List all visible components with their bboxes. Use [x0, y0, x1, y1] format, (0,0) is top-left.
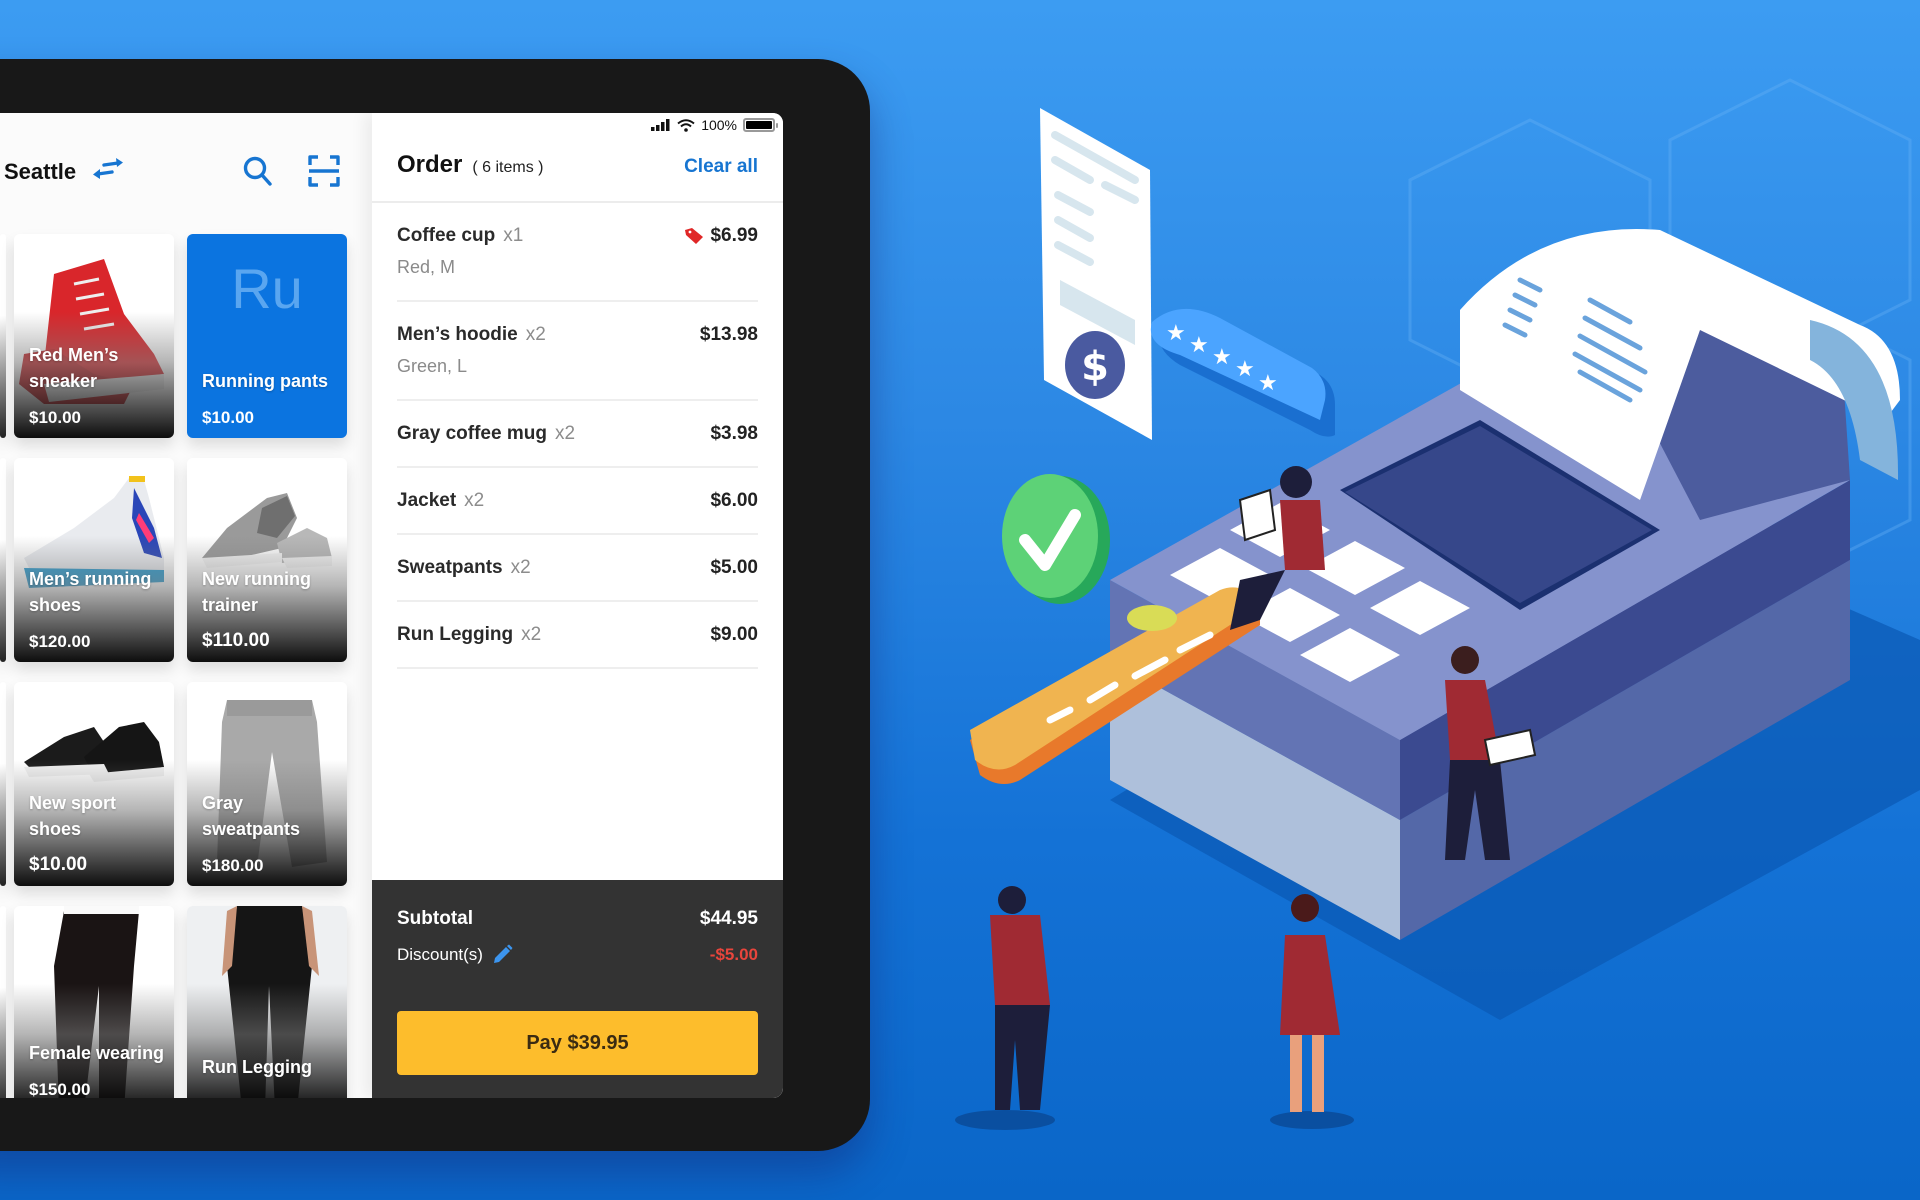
item-name: Coffee cup — [397, 225, 496, 246]
item-variant: Green, L — [397, 356, 468, 376]
item-amount: $6.00 — [710, 490, 758, 511]
product-card-partial[interactable] — [0, 682, 6, 886]
item-amount: $5.00 — [710, 557, 758, 578]
item-amount: $13.98 — [699, 324, 758, 345]
product-card-partial[interactable] — [0, 906, 6, 1098]
scan-button[interactable] — [306, 153, 342, 189]
product-catalog-pane: Seattle Red Men’s sneaker $10.00 Ru Runn… — [0, 113, 372, 1098]
search-button[interactable] — [240, 153, 276, 189]
product-initials: Ru — [231, 257, 303, 320]
product-price: $10.00 — [29, 854, 88, 875]
item-name: Gray coffee mug — [397, 423, 547, 444]
svg-text:★: ★ — [1189, 333, 1209, 358]
product-price: $10.00 — [29, 408, 81, 427]
product-name: Gray sweatpants — [202, 793, 301, 839]
item-qty: x2 — [521, 624, 542, 645]
discount-value: -$5.00 — [709, 945, 758, 964]
item-qty: x1 — [503, 225, 524, 246]
product-card-partial[interactable] — [0, 458, 6, 662]
product-name: Run Legging — [202, 1057, 312, 1077]
order-item-count: ( 6 items ) — [472, 159, 544, 176]
swap-arrows-icon[interactable] — [92, 157, 124, 186]
product-name: New running trainer — [202, 569, 311, 615]
receipt-illustration: $ — [1040, 108, 1152, 440]
item-variant: Red, M — [397, 257, 456, 277]
product-card[interactable]: Men’s running shoes $120.00 — [14, 458, 174, 662]
order-item[interactable]: Run Legging x2 $9.00 — [397, 602, 758, 669]
subtotal-label: Subtotal — [397, 908, 473, 929]
item-qty: x2 — [554, 423, 576, 444]
pencil-icon — [493, 944, 513, 963]
pos-illustration: $ ★ ★ ★ ★★ — [955, 108, 1920, 1130]
product-card[interactable]: Run Legging — [187, 906, 347, 1098]
product-name: Men’s running shoes — [29, 569, 152, 615]
clear-all-button[interactable]: Clear all — [684, 156, 758, 178]
wifi-icon — [677, 118, 695, 132]
product-card[interactable]: Gray sweatpants $180.00 — [187, 682, 347, 886]
item-name: Sweatpants — [397, 557, 503, 578]
item-amount: $3.98 — [710, 423, 758, 444]
order-header: Order ( 6 items ) Clear all — [397, 151, 758, 201]
subtotal-row: Subtotal $44.95 — [397, 908, 758, 930]
item-qty: x2 — [464, 490, 485, 511]
product-name: Female wearing — [29, 1043, 165, 1063]
svg-text:★: ★ — [1166, 321, 1186, 346]
location-name: Seattle — [4, 158, 77, 184]
item-qty: x2 — [510, 557, 531, 578]
product-price: $120.00 — [29, 632, 91, 651]
discount-label: Discount(s) — [397, 945, 483, 964]
status-bar: 100% — [651, 117, 778, 133]
item-amount: $9.00 — [710, 624, 758, 645]
product-name: New sport shoes — [29, 793, 117, 839]
order-pane: 100% Order ( 6 items ) Clear all Coffee … — [372, 113, 783, 1098]
product-card-partial[interactable] — [0, 234, 6, 438]
item-name: Jacket — [397, 490, 457, 511]
discount-tag-icon — [685, 228, 704, 244]
product-name: Running pants — [202, 371, 328, 391]
product-price: $150.00 — [29, 1080, 91, 1098]
product-card[interactable]: Red Men’s sneaker $10.00 — [14, 234, 174, 438]
discount-row: Discount(s) -$5.00 — [397, 944, 758, 966]
order-title: Order — [397, 151, 463, 178]
barcode-scan-icon — [308, 155, 340, 187]
person-holding-card — [955, 886, 1055, 1130]
product-card[interactable]: Ru Running pants $10.00 — [187, 234, 347, 438]
battery-percent: 100% — [701, 117, 737, 133]
order-item[interactable]: Men’s hoodie x2 Green, L $13.98 — [397, 302, 758, 401]
search-icon — [243, 156, 272, 186]
svg-text:★: ★ — [1258, 371, 1278, 396]
product-price: $110.00 — [202, 630, 270, 651]
order-item[interactable]: Jacket x2 $6.00 — [397, 468, 758, 535]
item-qty: x2 — [525, 324, 546, 345]
order-item[interactable]: Sweatpants x2 $5.00 — [397, 535, 758, 602]
green-checkmark-badge — [1002, 474, 1110, 604]
svg-text:$: $ — [1081, 344, 1109, 390]
pos-app-screen: Seattle Red Men’s sneaker $10.00 Ru Runn… — [0, 113, 783, 1098]
pay-button[interactable]: Pay $39.95 — [397, 1011, 758, 1075]
order-item-list: Coffee cup x1 Red, M $6.99 Men’s hoodie x2… — [397, 203, 758, 669]
product-price: $180.00 — [202, 856, 264, 875]
svg-text:★: ★ — [1235, 357, 1255, 382]
edit-discount-button[interactable] — [491, 944, 513, 966]
item-amount: $6.99 — [710, 225, 758, 246]
location-selector[interactable]: Seattle — [4, 157, 124, 186]
order-item[interactable]: Coffee cup x1 Red, M $6.99 — [397, 203, 758, 302]
product-card[interactable]: New sport shoes $10.00 — [14, 682, 174, 886]
subtotal-value: $44.95 — [699, 908, 758, 929]
item-name: Men’s hoodie — [397, 324, 518, 345]
order-summary-footer: Subtotal $44.95 Discount(s) -$5.00 Pay $… — [372, 880, 783, 1098]
product-name: Red Men’s sneaker — [29, 345, 119, 391]
item-name: Run Legging — [397, 624, 514, 645]
order-item[interactable]: Gray coffee mug x2 $3.98 — [397, 401, 758, 468]
svg-text:★: ★ — [1212, 345, 1232, 370]
battery-icon — [743, 118, 778, 132]
product-card[interactable]: New running trainer $110.00 — [187, 458, 347, 662]
star-rating-bubble: ★ ★ ★ ★★ — [1150, 308, 1335, 437]
cellular-signal-icon — [651, 119, 670, 131]
product-price: $10.00 — [202, 408, 254, 427]
product-card[interactable]: Female wearing $150.00 — [14, 906, 174, 1098]
